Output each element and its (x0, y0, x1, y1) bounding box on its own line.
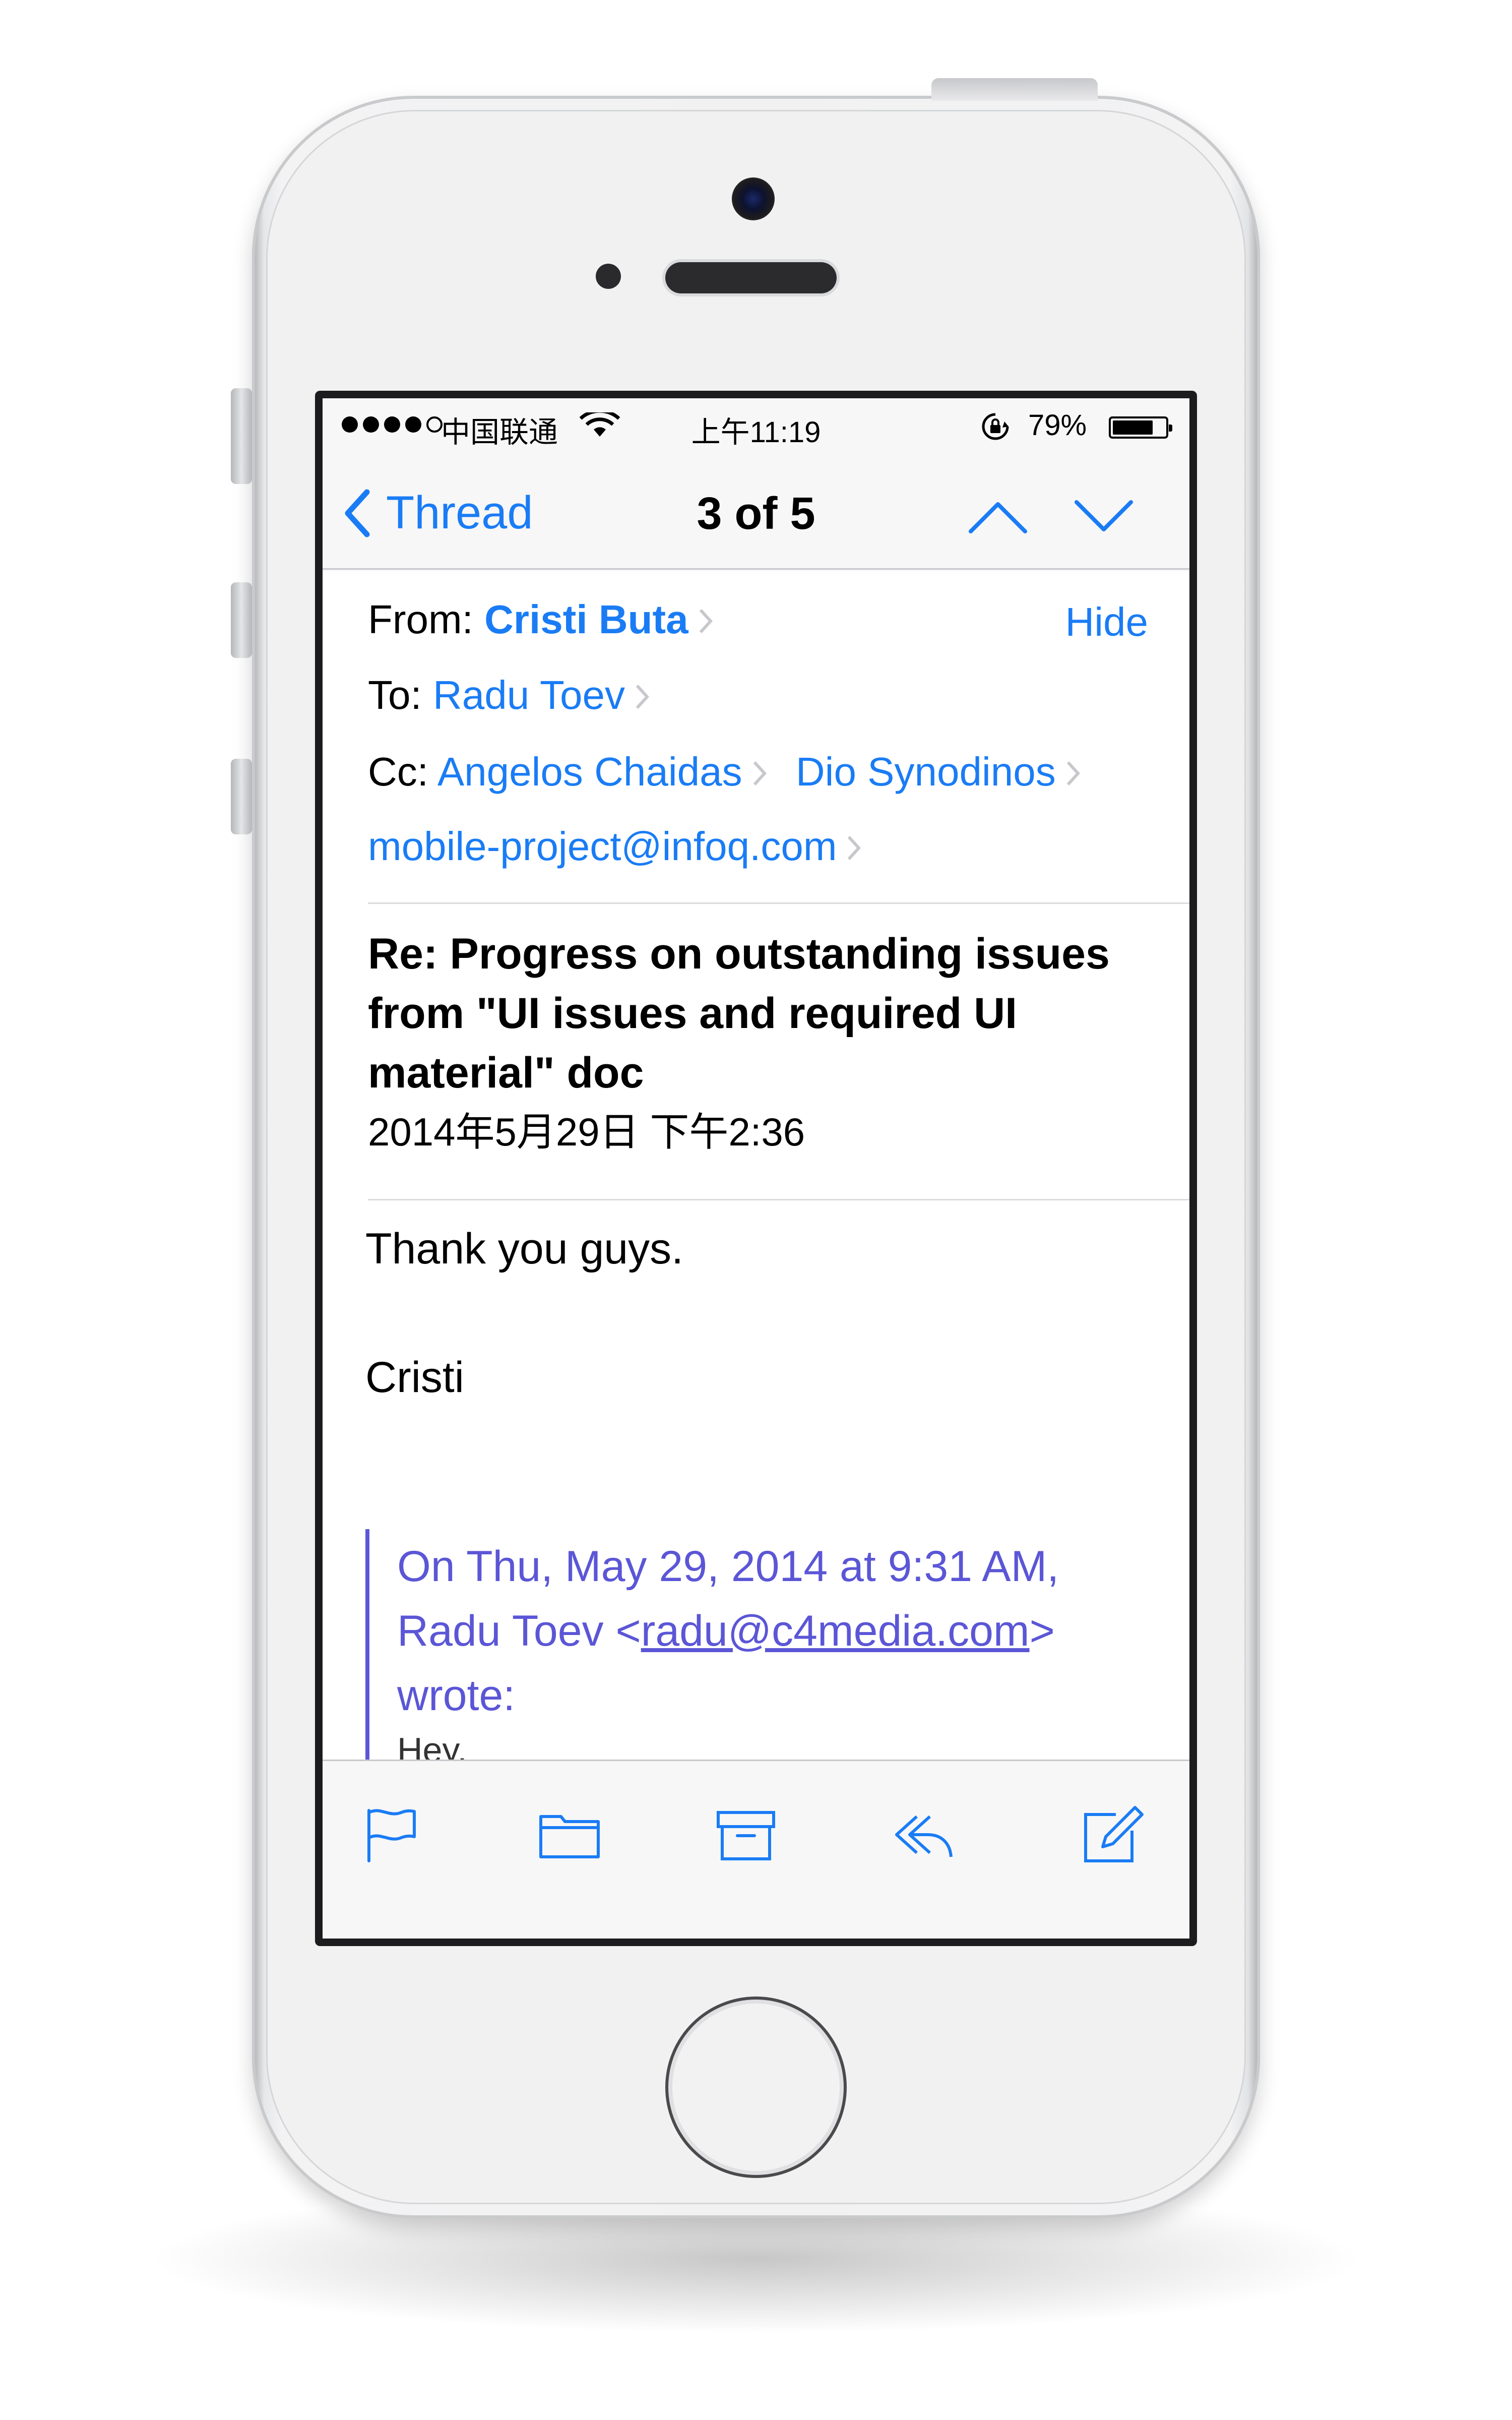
proximity-sensor (596, 264, 621, 289)
subject-divider (368, 1199, 1189, 1200)
status-time: 上午11:19 (691, 416, 821, 449)
cc-recipient[interactable]: Dio Synodinos (796, 749, 1056, 794)
from-row: From: Cristi Buta (368, 596, 714, 643)
chevron-right-icon (1066, 761, 1080, 786)
screen: 中国联通 上午11:19 79% Thread 3 of 5 From: Cri… (323, 398, 1189, 1939)
folder-icon[interactable] (537, 1801, 602, 1867)
cc-email-row: mobile-project@infoq.com (368, 823, 862, 870)
earpiece-speaker (665, 262, 837, 293)
chevron-right-icon (699, 609, 713, 634)
previous-message-button[interactable] (968, 499, 1028, 534)
cc-recipient[interactable]: Angelos Chaidas (437, 749, 742, 794)
back-button[interactable]: Thread (343, 487, 533, 539)
quoted-email-link[interactable]: radu@c4media.com (641, 1607, 1030, 1655)
body-signature: Cristi (365, 1353, 464, 1402)
rotation-lock-icon (982, 413, 1009, 440)
message-position-title: 3 of 5 (697, 489, 815, 539)
back-label: Thread (386, 487, 533, 538)
cc-row: Cc: Angelos Chaidas Dio Synodinos (368, 749, 1081, 795)
navigation-bar: Thread 3 of 5 (323, 449, 1189, 570)
front-camera (732, 177, 775, 220)
quoted-message: On Thu, May 29, 2014 at 9:31 AM, Radu To… (365, 1529, 1152, 1760)
to-row: To: Radu Toev (368, 672, 650, 718)
volume-down-button (231, 759, 252, 834)
hide-details-button[interactable]: Hide (1065, 599, 1148, 645)
next-message-button[interactable] (1074, 499, 1134, 534)
recipient-name[interactable]: Radu Toev (433, 673, 625, 717)
bottom-toolbar (323, 1760, 1189, 1939)
chevron-right-icon (636, 684, 650, 709)
chevron-left-icon (345, 489, 370, 537)
quote-first-line: Hey, (397, 1730, 467, 1760)
archive-icon[interactable] (713, 1801, 779, 1867)
chevron-right-icon (753, 761, 767, 786)
signal-strength-icon (342, 413, 443, 436)
carrier-name: 中国联通 (441, 416, 558, 449)
header-divider (368, 902, 1189, 904)
message-subject: Re: Progress on outstanding issues from … (368, 930, 1110, 1097)
flag-icon[interactable] (358, 1801, 423, 1867)
to-label: To: (368, 673, 422, 717)
battery-icon (1109, 416, 1172, 439)
battery-percent: 79% (1028, 409, 1087, 442)
message-view: From: Cristi Buta Hide To: Radu Toev Cc:… (323, 571, 1189, 1760)
power-button (931, 78, 1098, 101)
message-date: 2014年5月29日 下午2:36 (368, 1110, 805, 1154)
cc-email[interactable]: mobile-project@infoq.com (368, 824, 837, 869)
mute-switch (231, 388, 252, 484)
status-bar: 中国联通 上午11:19 79% (323, 398, 1189, 449)
reply-icon[interactable] (890, 1801, 955, 1867)
home-button[interactable] (665, 1996, 847, 2178)
wifi-icon (580, 412, 620, 437)
cc-label: Cc: (368, 749, 428, 794)
body-line: Thank you guys. (365, 1225, 684, 1273)
from-label: From: (368, 597, 473, 642)
sender-name[interactable]: Cristi Buta (484, 597, 688, 642)
chevron-right-icon (848, 835, 861, 861)
quote-attribution: On Thu, May 29, 2014 at 9:31 AM, Radu To… (397, 1529, 1152, 1728)
compose-icon[interactable] (1079, 1801, 1144, 1867)
volume-up-button (231, 582, 252, 658)
